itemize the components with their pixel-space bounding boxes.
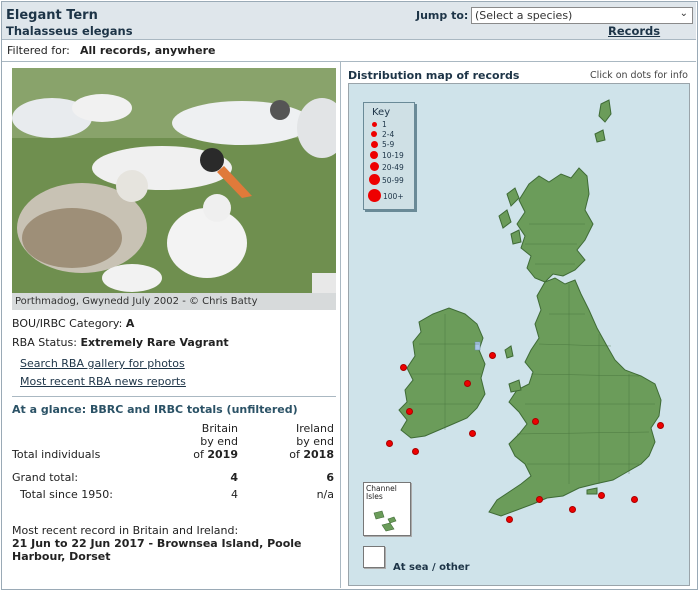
bou-category-value: A — [125, 317, 135, 330]
since-1950-label: Total since 1950: — [20, 488, 113, 501]
map-key: Key 1 2-4 5-9 10-19 20-49 50-99 100+ — [363, 102, 415, 210]
since-1950-ireland: n/a — [316, 488, 334, 501]
gallery-link[interactable]: Search RBA gallery for photos — [20, 357, 185, 370]
key-label-7: 100+ — [383, 192, 404, 201]
record-dot[interactable] — [386, 440, 393, 447]
key-label-2: 2-4 — [382, 130, 395, 139]
channel-isles-inset[interactable]: Channel Isles — [363, 482, 411, 536]
news-link[interactable]: Most recent RBA news reports — [20, 375, 186, 388]
species-info-panel: Porthmadog, Gwynedd July 2002 - © Chris … — [2, 62, 341, 588]
jump-to-label: Jump to: — [416, 9, 469, 22]
key-dot-7 — [368, 189, 381, 202]
key-dot-4 — [370, 151, 378, 159]
record-dot[interactable] — [406, 408, 413, 415]
map-hint: Click on dots for info — [590, 70, 688, 81]
total-individuals-label: Total individuals — [12, 448, 101, 461]
key-label-1: 1 — [382, 120, 387, 129]
ireland-col-line1: Ireland — [295, 422, 334, 435]
record-dot[interactable] — [598, 492, 605, 499]
grand-total-label: Grand total: — [12, 471, 79, 484]
bou-category: BOU/IRBC Category: A — [12, 317, 134, 330]
record-dot[interactable] — [532, 418, 539, 425]
ireland-col-line3: of 2018 — [272, 448, 334, 461]
species-scientific-name: Thalasseus elegans — [6, 24, 133, 38]
recent-record-label: Most recent record in Britain and Irelan… — [12, 524, 239, 537]
record-dot[interactable] — [631, 496, 638, 503]
tern-photo-illustration — [12, 68, 336, 293]
britain-col-line3: of 2019 — [178, 448, 238, 461]
species-select-value: (Select a species) — [475, 9, 573, 22]
record-dot[interactable] — [469, 430, 476, 437]
key-dot-5 — [370, 162, 379, 171]
record-dot[interactable] — [464, 380, 471, 387]
glance-heading: At a glance: BBRC and IRBC totals (unfil… — [12, 403, 298, 416]
at-sea-box[interactable] — [363, 546, 385, 568]
filter-bar: Filtered for: All records, anywhere — [2, 40, 696, 62]
key-title: Key — [372, 107, 391, 118]
divider — [12, 396, 336, 397]
key-dot-1 — [372, 122, 377, 127]
ireland-col-header: Ireland by end of 2018 — [272, 422, 334, 461]
distribution-map[interactable]: Key 1 2-4 5-9 10-19 20-49 50-99 100+ Cha… — [348, 83, 690, 586]
map-title: Distribution map of records — [348, 69, 520, 82]
rba-status: RBA Status: Extremely Rare Vagrant — [12, 336, 229, 349]
key-dot-6 — [369, 174, 380, 185]
record-dot[interactable] — [506, 516, 513, 523]
ireland-col-line2: by end — [296, 435, 334, 448]
ireland-col-of: of — [289, 448, 304, 461]
record-dot[interactable] — [400, 364, 407, 371]
grand-total-britain: 4 — [230, 471, 238, 484]
page-header: Elegant Tern Thalasseus elegans Jump to:… — [2, 2, 696, 52]
key-label-5: 20-49 — [382, 163, 404, 172]
record-dot[interactable] — [536, 496, 543, 503]
key-label-6: 50-99 — [382, 176, 404, 185]
key-dot-3 — [371, 141, 378, 148]
at-sea-label: At sea / other — [393, 562, 470, 573]
britain-col-year: 2019 — [207, 448, 238, 461]
filter-value: All records, anywhere — [80, 44, 216, 57]
record-dot[interactable] — [569, 506, 576, 513]
recent-record-value: 21 Jun to 22 Jun 2017 - Brownsea Island,… — [12, 537, 302, 563]
record-dot[interactable] — [412, 448, 419, 455]
channel-isles-shapes — [373, 510, 397, 532]
distribution-panel: Distribution map of records Click on dot… — [342, 62, 696, 588]
chevron-down-icon: ⌄ — [679, 8, 688, 19]
britain-col-of: of — [193, 448, 208, 461]
britain-col-header: Britain by end of 2019 — [178, 422, 238, 461]
filter-label: Filtered for: — [7, 44, 70, 57]
ireland-col-year: 2018 — [303, 448, 334, 461]
species-common-name: Elegant Tern — [6, 8, 98, 23]
bou-category-label: BOU/IRBC Category: — [12, 317, 123, 330]
record-dot[interactable] — [489, 352, 496, 359]
key-label-4: 10-19 — [382, 151, 404, 160]
species-select[interactable]: (Select a species) ⌄ — [471, 7, 693, 24]
key-dot-2 — [371, 131, 377, 137]
record-dot[interactable] — [657, 422, 664, 429]
rba-status-value: Extremely Rare Vagrant — [80, 336, 229, 349]
britain-col-line1: Britain — [201, 422, 238, 435]
rba-status-label: RBA Status: — [12, 336, 77, 349]
britain-col-line2: by end — [200, 435, 238, 448]
species-photo[interactable] — [12, 68, 336, 293]
since-1950-britain: 4 — [231, 488, 238, 501]
photo-caption: Porthmadog, Gwynedd July 2002 - © Chris … — [12, 293, 336, 310]
grand-total-ireland: 6 — [326, 471, 334, 484]
key-label-3: 5-9 — [382, 140, 395, 149]
